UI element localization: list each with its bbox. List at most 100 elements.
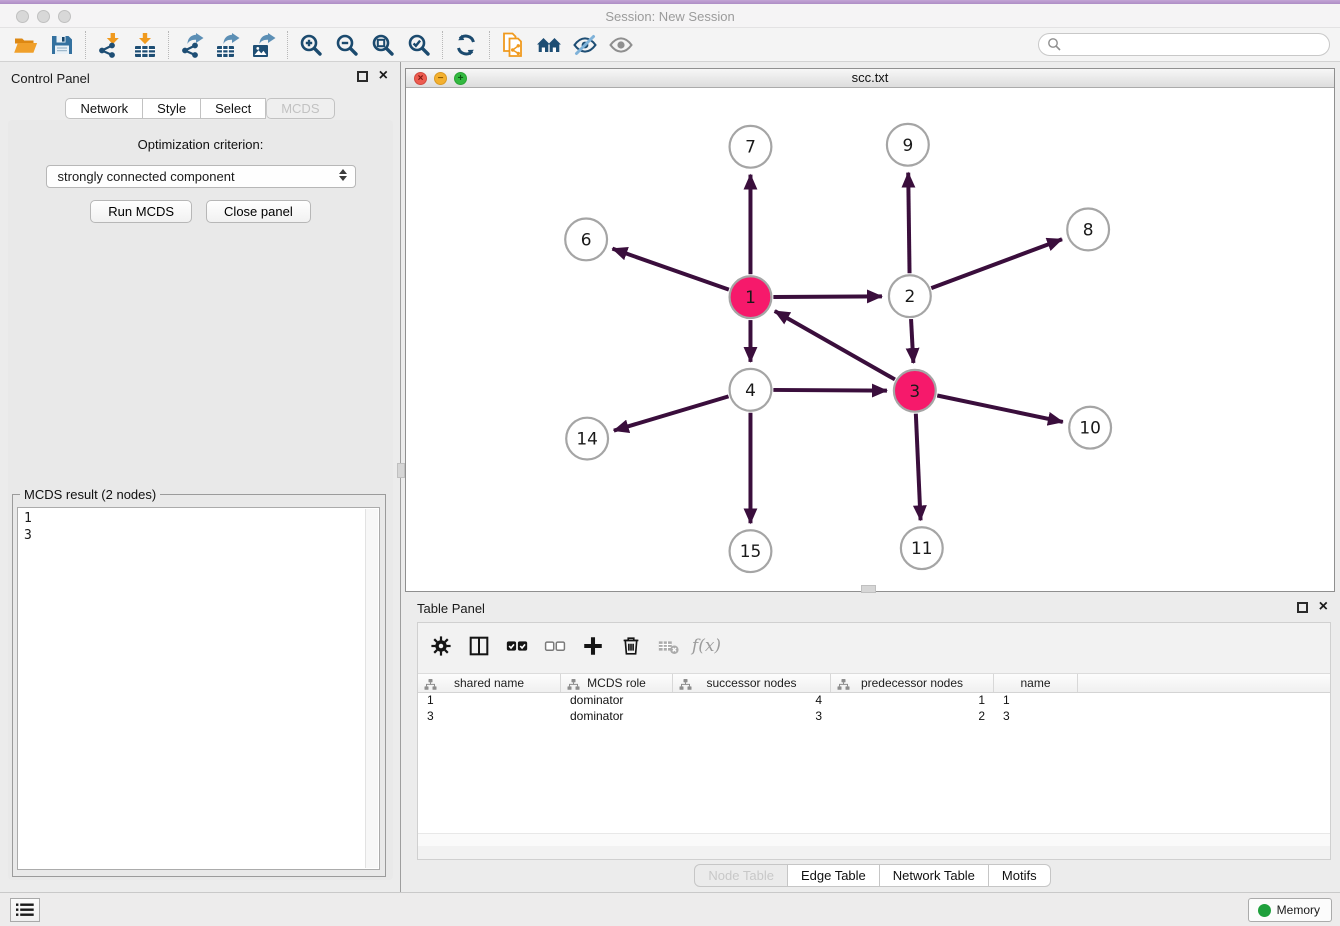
- graph-node-6[interactable]: 6: [565, 218, 607, 260]
- select-all-icon[interactable]: [502, 632, 531, 660]
- export-table-icon[interactable]: [210, 30, 246, 60]
- network-zoom-button[interactable]: +: [454, 72, 467, 85]
- graph-edge-2-3[interactable]: [911, 319, 913, 363]
- table-row[interactable]: 3dominator323: [418, 709, 1330, 725]
- graph-edge-3-1[interactable]: [775, 311, 895, 379]
- graph-node-3[interactable]: 3: [894, 370, 936, 412]
- float-panel-icon[interactable]: [357, 71, 368, 82]
- table-horizontal-scrollbar[interactable]: [418, 833, 1330, 846]
- column-header-successor-nodes[interactable]: successor nodes: [673, 674, 831, 692]
- settings-gear-icon[interactable]: [426, 632, 455, 660]
- graph-edge-3-10[interactable]: [937, 396, 1063, 422]
- graph-node-7[interactable]: 7: [730, 126, 772, 168]
- column-header-shared-name[interactable]: shared name: [418, 674, 561, 692]
- close-panel-button[interactable]: Close panel: [206, 200, 311, 223]
- graph-edge-2-9[interactable]: [908, 173, 909, 274]
- table-cell[interactable]: 1: [418, 693, 561, 709]
- column-header-mcds-role[interactable]: MCDS role: [561, 674, 673, 692]
- graph-node-9[interactable]: 9: [887, 124, 929, 166]
- vertical-splitter-handle[interactable]: [397, 463, 405, 478]
- clone-network-icon[interactable]: [495, 30, 531, 60]
- import-table-icon[interactable]: [127, 30, 163, 60]
- memory-button[interactable]: Memory: [1248, 898, 1332, 922]
- tab-edge-table[interactable]: Edge Table: [788, 864, 880, 887]
- memory-status-icon: [1258, 904, 1271, 917]
- table-cell[interactable]: 2: [831, 709, 994, 725]
- zoom-selected-icon[interactable]: [401, 30, 437, 60]
- table-cell[interactable]: dominator: [561, 709, 673, 725]
- save-session-icon[interactable]: [44, 30, 80, 60]
- optimization-criterion-label: Optimization criterion:: [8, 137, 393, 152]
- network-canvas[interactable]: 7 9 6 8 1 2 4 3 14 10 15 11: [406, 88, 1334, 591]
- show-all-icon[interactable]: [603, 30, 639, 60]
- graph-edge-1-6[interactable]: [612, 249, 728, 290]
- graph-node-10[interactable]: 10: [1069, 407, 1111, 449]
- hierarchy-icon: [679, 678, 692, 691]
- close-table-panel-icon[interactable]: ×: [1319, 598, 1328, 616]
- delete-row-icon[interactable]: [616, 632, 645, 660]
- horizontal-splitter-handle[interactable]: [861, 585, 876, 593]
- graph-edge-2-8[interactable]: [931, 239, 1062, 288]
- table-cell[interactable]: 3: [994, 709, 1078, 725]
- search-input[interactable]: [1038, 33, 1330, 56]
- table-cell[interactable]: 3: [418, 709, 561, 725]
- float-table-panel-icon[interactable]: [1297, 602, 1308, 613]
- hide-selected-icon[interactable]: [567, 30, 603, 60]
- zoom-out-icon[interactable]: [329, 30, 365, 60]
- table-cell[interactable]: dominator: [561, 693, 673, 709]
- unselect-all-icon[interactable]: [540, 632, 569, 660]
- table-panel: Table Panel ×: [405, 595, 1340, 892]
- graph-edge-3-11[interactable]: [916, 414, 921, 521]
- svg-text:8: 8: [1083, 219, 1094, 239]
- graph-node-8[interactable]: 8: [1067, 209, 1109, 251]
- toolbar-separator: [85, 31, 86, 59]
- network-close-button[interactable]: ×: [414, 72, 427, 85]
- add-row-icon[interactable]: [578, 632, 607, 660]
- column-layout-icon[interactable]: [464, 632, 493, 660]
- zoom-in-icon[interactable]: [293, 30, 329, 60]
- column-header-name[interactable]: name: [994, 674, 1078, 692]
- open-session-icon[interactable]: [8, 30, 44, 60]
- tab-motifs[interactable]: Motifs: [989, 864, 1051, 887]
- table-cell[interactable]: 1: [994, 693, 1078, 709]
- graph-node-15[interactable]: 15: [730, 530, 772, 572]
- tab-mcds[interactable]: MCDS: [266, 98, 334, 119]
- tab-network-table[interactable]: Network Table: [880, 864, 989, 887]
- criterion-value: strongly connected component: [58, 169, 235, 184]
- table-cell[interactable]: 3: [673, 709, 831, 725]
- graph-edge-4-3[interactable]: [773, 390, 887, 391]
- network-window-titlebar[interactable]: × − + scc.txt: [406, 69, 1334, 88]
- result-scrollbar[interactable]: [365, 509, 378, 868]
- svg-text:10: 10: [1079, 418, 1101, 438]
- tab-node-table[interactable]: Node Table: [694, 864, 788, 887]
- tab-style[interactable]: Style: [143, 98, 201, 119]
- graph-edge-1-2[interactable]: [773, 296, 882, 297]
- hierarchy-icon: [837, 678, 850, 691]
- graph-node-4[interactable]: 4: [730, 369, 772, 411]
- run-mcds-button[interactable]: Run MCDS: [90, 200, 192, 223]
- graph-edge-4-14[interactable]: [614, 396, 729, 430]
- zoom-fit-content-icon[interactable]: [365, 30, 401, 60]
- graph-node-11[interactable]: 11: [901, 527, 943, 569]
- graph-node-14[interactable]: 14: [566, 418, 608, 460]
- tab-select[interactable]: Select: [201, 98, 266, 119]
- refresh-network-icon[interactable]: [448, 30, 484, 60]
- export-image-icon[interactable]: [246, 30, 282, 60]
- table-row[interactable]: 1dominator411: [418, 693, 1330, 709]
- table-cell[interactable]: 4: [673, 693, 831, 709]
- import-network-icon[interactable]: [91, 30, 127, 60]
- criterion-select[interactable]: strongly connected component: [46, 165, 356, 188]
- tab-network[interactable]: Network: [65, 98, 143, 119]
- close-panel-icon[interactable]: ×: [379, 67, 388, 85]
- graph-node-2[interactable]: 2: [889, 275, 931, 317]
- network-minimize-button[interactable]: −: [434, 72, 447, 85]
- column-header-predecessor-nodes[interactable]: predecessor nodes: [831, 674, 994, 692]
- export-network-icon[interactable]: [174, 30, 210, 60]
- result-line: 1: [24, 510, 373, 527]
- mcds-result-text[interactable]: 1 3: [17, 507, 380, 870]
- control-panel-tabs: Network Style Select MCDS: [0, 98, 400, 119]
- first-neighbors-icon[interactable]: [531, 30, 567, 60]
- task-history-button[interactable]: [10, 898, 40, 922]
- table-cell[interactable]: 1: [831, 693, 994, 709]
- graph-node-1[interactable]: 1: [730, 276, 772, 318]
